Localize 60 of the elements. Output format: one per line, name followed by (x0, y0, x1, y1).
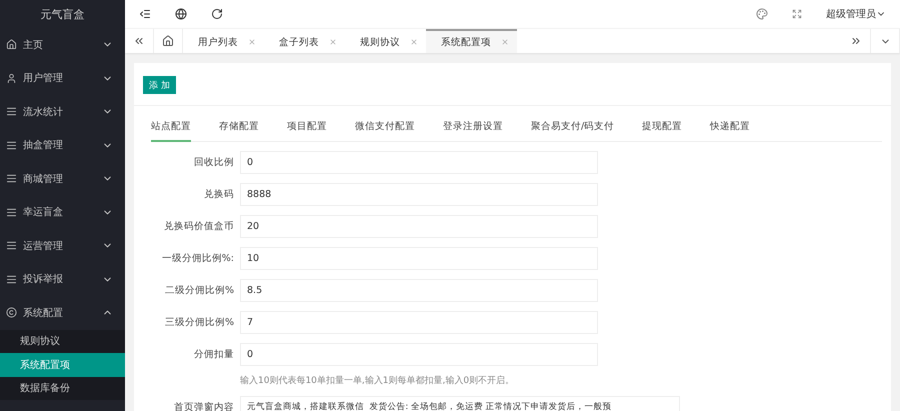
field-label: 兑换码 (203, 188, 235, 202)
sidebar-item[interactable]: 投诉举报 (0, 262, 125, 296)
scroll-left-icon[interactable] (133, 35, 145, 47)
user-menu[interactable]: 超级管理员 (826, 7, 886, 21)
user-icon (6, 72, 17, 84)
list-icon (6, 274, 17, 285)
config-tab[interactable]: 站点配置 (151, 115, 191, 142)
config-tab[interactable]: 聚合易支付/码支付 (531, 115, 614, 142)
list-icon (6, 240, 17, 252)
sidebar-subitem[interactable]: 规则协议 (0, 330, 125, 353)
input-field[interactable]: 10 (240, 247, 598, 270)
globe-icon[interactable] (175, 8, 187, 20)
input-field[interactable]: 8888 (240, 183, 598, 206)
page-tab[interactable]: 用户列表 (183, 29, 264, 53)
page-tab[interactable]: 规则协议 (345, 29, 426, 53)
field-label: 一级分佣比例%: (160, 252, 235, 266)
config-tab[interactable]: 微信支付配置 (355, 115, 415, 142)
palette-icon[interactable] (756, 8, 768, 20)
list-icon (6, 106, 17, 118)
sidebar-item[interactable]: 流水统计 (0, 95, 125, 128)
input-field[interactable]: 8.5 (240, 279, 598, 302)
input-field[interactable]: 20 (240, 215, 598, 238)
page-tab[interactable]: 系统配置项 (426, 29, 517, 53)
config-tab[interactable]: 快递配置 (710, 115, 750, 142)
input-field[interactable]: 0 (240, 343, 598, 366)
config-tab[interactable]: 项目配置 (287, 115, 327, 142)
field-label: 二级分佣比例% (164, 284, 235, 298)
sidebar-item[interactable]: 用户管理 (0, 62, 125, 95)
refresh-icon[interactable] (211, 8, 223, 20)
scroll-right-icon[interactable] (850, 35, 862, 47)
field-label: 回收比例 (193, 156, 235, 170)
config-tab[interactable]: 登录注册设置 (443, 115, 503, 142)
input-field[interactable]: 0 (240, 151, 598, 174)
list-icon (6, 140, 17, 151)
sidebar-item[interactable]: 商城管理 (0, 162, 125, 196)
sidebar-item[interactable]: 运营管理 (0, 229, 125, 262)
sidebar-subitem[interactable]: 系统配置项 (0, 353, 125, 376)
config-tab[interactable]: 存储配置 (219, 115, 259, 142)
sidebar-item[interactable]: 抽盒管理 (0, 128, 125, 162)
page-tab[interactable]: 盒子列表 (264, 29, 345, 53)
sidebar-item[interactable]: 系统配置 (0, 296, 125, 330)
home-icon (6, 39, 17, 50)
home-icon[interactable] (162, 35, 174, 47)
copyright-icon (6, 307, 17, 318)
add-button[interactable]: 添 加 (143, 76, 176, 94)
collapse-menu-icon[interactable] (139, 8, 151, 20)
field-label: 兑换码价值盒币 (163, 220, 235, 234)
sidebar-item[interactable]: 主页 (0, 28, 125, 62)
brand-title: 元气盲盒 (40, 6, 86, 22)
text-area[interactable]: 元气盲盒商城，搭建联系微信 发货公告: 全场包邮，免运费 正常情况下申请发货后，一般预 (240, 396, 680, 411)
field-label: 三级分佣比例% (164, 316, 235, 330)
fullscreen-icon[interactable] (792, 9, 802, 19)
list-icon (6, 206, 17, 218)
input-field[interactable]: 7 (240, 311, 598, 334)
field-hint: 输入10则代表每10单扣量一单,输入1则每单都扣量,输入0则不开启。 (240, 374, 516, 387)
config-tab[interactable]: 提现配置 (642, 115, 682, 142)
field-label: 分佣扣量 (193, 348, 235, 362)
sidebar-subitem[interactable]: 数据库备份 (0, 376, 125, 400)
sidebar-item[interactable]: 幸运盲盒 (0, 196, 125, 229)
list-icon (6, 173, 17, 184)
